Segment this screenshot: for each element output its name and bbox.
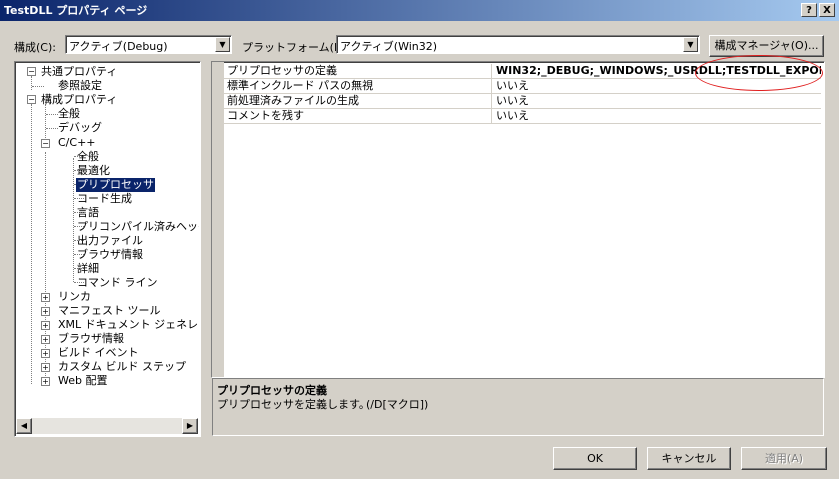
expand-icon[interactable]: +: [41, 307, 50, 316]
scroll-right-icon[interactable]: ▶: [182, 418, 198, 434]
tree-node-reference[interactable]: 参照設定: [58, 79, 102, 93]
tree-node-debugging[interactable]: デバッグ: [58, 121, 102, 135]
expand-icon[interactable]: +: [41, 363, 50, 372]
apply-button[interactable]: 適用(A): [741, 447, 827, 470]
property-tree[interactable]: − 共通プロパティ 参照設定 − 構成プロパティ 全般 デバッグ − C/C++…: [15, 62, 199, 436]
tree-node-custom-build[interactable]: カスタム ビルド ステップ: [58, 360, 186, 374]
help-button[interactable]: ?: [801, 3, 817, 17]
property-name: 標準インクルード パスの無視: [224, 79, 492, 94]
platform-value: アクティブ(Win32): [340, 40, 438, 53]
window-title: TestDLL プロパティ ページ: [4, 4, 148, 17]
tree-node-code-generation[interactable]: コード生成: [77, 192, 132, 206]
tree-node-cpp-general[interactable]: 全般: [77, 150, 99, 164]
annotation-ellipse: [695, 55, 823, 91]
tree-node-browse-info[interactable]: ブラウザ情報: [77, 248, 143, 262]
config-label: 構成(C):: [14, 41, 56, 54]
collapse-icon[interactable]: −: [41, 139, 50, 148]
tree-node-advanced[interactable]: 詳細: [77, 262, 99, 276]
expand-icon[interactable]: +: [41, 293, 50, 302]
tree-node-config[interactable]: 構成プロパティ: [41, 93, 117, 107]
tree-node-browse-info2[interactable]: ブラウザ情報: [58, 332, 124, 346]
tree-node-linker[interactable]: リンカ: [58, 290, 91, 304]
tree-node-precompiled-headers[interactable]: プリコンパイル済みヘッダー: [77, 220, 199, 234]
description-switch: (/D[マクロ]): [366, 398, 429, 411]
chevron-down-icon[interactable]: ▼: [215, 37, 230, 52]
tree-node-common[interactable]: 共通プロパティ: [41, 65, 117, 79]
property-name: プリプロセッサの定義: [224, 64, 492, 79]
config-value: アクティブ(Debug): [69, 40, 168, 53]
description-text: プリプロセッサを定義します。: [217, 398, 370, 411]
tree-node-web-deploy[interactable]: Web 配置: [58, 374, 107, 388]
expand-icon[interactable]: +: [41, 349, 50, 358]
platform-select[interactable]: アクティブ(Win32) ▼: [336, 35, 700, 54]
config-manager-button[interactable]: 構成マネージャ(O)...: [709, 35, 824, 57]
collapse-icon[interactable]: −: [27, 67, 36, 76]
tree-horizontal-scrollbar[interactable]: ◀ ▶: [16, 418, 198, 434]
cancel-button[interactable]: キャンセル: [647, 447, 731, 470]
scroll-left-icon[interactable]: ◀: [16, 418, 32, 434]
property-value[interactable]: いいえ: [493, 94, 821, 109]
property-name: 前処理済みファイルの生成: [224, 94, 492, 109]
ok-button[interactable]: OK: [553, 447, 637, 470]
title-bar: TestDLL プロパティ ページ ? X: [0, 0, 839, 21]
expand-icon[interactable]: +: [41, 377, 50, 386]
tree-node-cpp[interactable]: C/C++: [58, 136, 96, 150]
property-value[interactable]: いいえ: [493, 109, 821, 124]
expand-icon[interactable]: +: [41, 321, 50, 330]
property-name: コメントを残す: [224, 109, 492, 124]
tree-node-xml-doc[interactable]: XML ドキュメント ジェネレータ: [58, 318, 199, 332]
tree-node-general[interactable]: 全般: [58, 107, 80, 121]
tree-node-preprocessor[interactable]: プリプロセッサ: [76, 178, 155, 192]
tree-node-command-line[interactable]: コマンド ライン: [77, 276, 158, 290]
tree-node-output-files[interactable]: 出力ファイル: [77, 234, 143, 248]
tree-node-build-events[interactable]: ビルド イベント: [58, 346, 139, 360]
collapse-icon[interactable]: −: [27, 95, 36, 104]
tree-node-manifest-tool[interactable]: マニフェスト ツール: [58, 304, 161, 318]
description-panel: プリプロセッサの定義 プリプロセッサを定義します。 (/D[マクロ]): [212, 378, 824, 436]
platform-label: プラットフォーム(P):: [242, 41, 349, 54]
tree-node-optimization[interactable]: 最適化: [77, 164, 110, 178]
tree-node-language[interactable]: 言語: [77, 206, 99, 220]
chevron-down-icon[interactable]: ▼: [683, 37, 698, 52]
property-grid: プリプロセッサの定義 WIN32;_DEBUG;_WINDOWS;_USRDLL…: [212, 62, 824, 377]
table-row[interactable]: 前処理済みファイルの生成 いいえ: [212, 94, 821, 109]
close-button[interactable]: X: [819, 3, 835, 17]
expand-icon[interactable]: +: [41, 335, 50, 344]
config-select[interactable]: アクティブ(Debug) ▼: [65, 35, 232, 54]
table-row[interactable]: コメントを残す いいえ: [212, 109, 821, 124]
